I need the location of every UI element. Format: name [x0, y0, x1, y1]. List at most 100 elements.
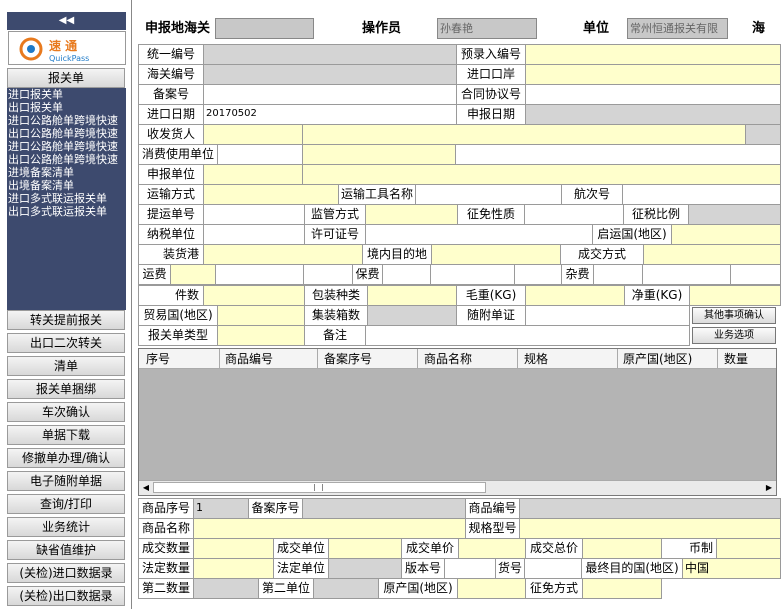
- sidebar-button[interactable]: 清单: [7, 356, 125, 376]
- transport-mode-input[interactable]: [203, 184, 339, 205]
- decl-type-input[interactable]: [217, 325, 305, 346]
- consume-unit-name-input[interactable]: [302, 144, 456, 165]
- sidebar-button[interactable]: 缺省值维护: [7, 540, 125, 560]
- package-type-input[interactable]: [367, 285, 457, 306]
- col-spec[interactable]: 规格: [524, 349, 548, 369]
- gross-weight-input[interactable]: [525, 285, 625, 306]
- sidebar-button[interactable]: (关检)出口数据录: [7, 586, 125, 606]
- unified-no-input[interactable]: [203, 44, 457, 65]
- sidebar-button[interactable]: 转关提前报关: [7, 310, 125, 330]
- nav-item[interactable]: 进口公路舱单跨境快速: [7, 140, 126, 153]
- container-no-input[interactable]: [367, 305, 457, 326]
- scroll-right-icon[interactable]: ▶: [763, 482, 775, 493]
- sidebar-button[interactable]: 报关单捆绑: [7, 379, 125, 399]
- other-matters-button[interactable]: 其他事项确认: [692, 307, 776, 324]
- record-no-input[interactable]: [203, 84, 457, 105]
- goods-code-input[interactable]: [519, 498, 781, 519]
- record-seq-input[interactable]: [302, 498, 466, 519]
- second-unit-input[interactable]: [313, 578, 379, 599]
- freight-mark-input[interactable]: [170, 264, 216, 285]
- legal-qty-input[interactable]: [193, 558, 274, 579]
- deal-price-input[interactable]: [458, 538, 526, 559]
- currency-input[interactable]: [716, 538, 781, 559]
- freight-rate-input[interactable]: [215, 264, 304, 285]
- operator-input[interactable]: 孙春艳: [437, 18, 537, 39]
- net-weight-input[interactable]: [689, 285, 781, 306]
- origin-input[interactable]: [457, 578, 526, 599]
- insurance-mark-input[interactable]: [382, 264, 431, 285]
- nav-item[interactable]: 进口报关单: [7, 88, 126, 101]
- goods-grid[interactable]: 序号 商品编号 备案序号 商品名称 规格 原产国(地区) 数量 ◀ ▶: [138, 348, 777, 496]
- second-qty-input[interactable]: [193, 578, 259, 599]
- version-no-input[interactable]: [444, 558, 496, 579]
- consignee-name-input[interactable]: [302, 124, 746, 145]
- col-origin[interactable]: 原产国(地区): [623, 349, 692, 369]
- destination-input[interactable]: [431, 244, 561, 265]
- nav-item[interactable]: 出口多式联运报关单: [7, 205, 126, 218]
- sidebar-button[interactable]: 车次确认: [7, 402, 125, 422]
- sidebar-button[interactable]: 业务统计: [7, 517, 125, 537]
- customs-input[interactable]: [215, 18, 314, 39]
- nav-item[interactable]: 进口公路舱单跨境快速: [7, 114, 126, 127]
- misc-currency-input[interactable]: [730, 264, 781, 285]
- sidebar-button[interactable]: (关检)进口数据录: [7, 563, 125, 583]
- section-declaration-button[interactable]: 报关单: [7, 68, 125, 88]
- col-seq[interactable]: 序号: [146, 349, 170, 369]
- nav-item[interactable]: 出口公路舱单跨境快速: [7, 127, 126, 140]
- contract-no-input[interactable]: [525, 84, 781, 105]
- declare-date-input[interactable]: [525, 104, 781, 125]
- legal-unit-input[interactable]: [328, 558, 402, 579]
- horizontal-scrollbar[interactable]: ◀ ▶: [139, 480, 776, 495]
- sidebar-button[interactable]: 查询/打印: [7, 494, 125, 514]
- item-code-input[interactable]: [524, 558, 582, 579]
- import-date-input[interactable]: 20170502: [203, 104, 457, 125]
- unit-input[interactable]: 常州恒通报关有限: [627, 18, 728, 39]
- tax-nature-input[interactable]: [524, 204, 624, 225]
- origin-country-input[interactable]: [671, 224, 781, 245]
- trade-country-input[interactable]: [217, 305, 305, 326]
- deal-unit-input[interactable]: [328, 538, 402, 559]
- packages-input[interactable]: [203, 285, 305, 306]
- customs-no-input[interactable]: [203, 64, 457, 85]
- declare-unit-code-input[interactable]: [203, 164, 303, 185]
- col-goods-code[interactable]: 商品编号: [225, 349, 273, 369]
- goods-name-input[interactable]: [193, 518, 466, 539]
- scroll-thumb[interactable]: [153, 482, 486, 493]
- pre-entry-no-input[interactable]: [525, 44, 781, 65]
- freight-currency-input[interactable]: [303, 264, 353, 285]
- sidebar-button[interactable]: 出口二次转关: [7, 333, 125, 353]
- remarks-input[interactable]: [365, 325, 690, 346]
- item-no-input[interactable]: 1: [193, 498, 249, 519]
- nav-item[interactable]: 进境备案清单: [7, 166, 126, 179]
- sidebar-button[interactable]: 单据下载: [7, 425, 125, 445]
- col-goods-name[interactable]: 商品名称: [424, 349, 472, 369]
- bill-no-input[interactable]: [203, 204, 305, 225]
- deal-total-input[interactable]: [582, 538, 662, 559]
- voyage-no-input[interactable]: [622, 184, 781, 205]
- nav-item[interactable]: 出口报关单: [7, 101, 126, 114]
- sidebar-button[interactable]: 电子随附单据: [7, 471, 125, 491]
- insurance-currency-input[interactable]: [514, 264, 562, 285]
- exempt-mode-input[interactable]: [582, 578, 662, 599]
- deal-mode-input[interactable]: [643, 244, 781, 265]
- loading-port-input[interactable]: [203, 244, 363, 265]
- misc-mark-input[interactable]: [593, 264, 643, 285]
- import-port-input[interactable]: [525, 64, 781, 85]
- col-record-seq[interactable]: 备案序号: [324, 349, 372, 369]
- attached-docs-input[interactable]: [525, 305, 690, 326]
- license-no-input[interactable]: [365, 224, 593, 245]
- consume-unit-extra-input[interactable]: [455, 144, 781, 165]
- supervision-input[interactable]: [365, 204, 458, 225]
- insurance-rate-input[interactable]: [430, 264, 515, 285]
- collapse-sidebar-button[interactable]: ◀◀: [7, 12, 126, 30]
- sidebar-button[interactable]: 修撤单办理/确认: [7, 448, 125, 468]
- transport-name-input[interactable]: [415, 184, 562, 205]
- nav-item[interactable]: 出境备案清单: [7, 179, 126, 192]
- tax-ratio-input[interactable]: [688, 204, 781, 225]
- final-dest-input[interactable]: 中国: [682, 558, 781, 579]
- consignee-code-input[interactable]: [203, 124, 303, 145]
- deal-qty-input[interactable]: [193, 538, 274, 559]
- taxpayer-input[interactable]: [203, 224, 305, 245]
- consignee-extra-input[interactable]: [745, 124, 781, 145]
- nav-item[interactable]: 进口多式联运报关单: [7, 192, 126, 205]
